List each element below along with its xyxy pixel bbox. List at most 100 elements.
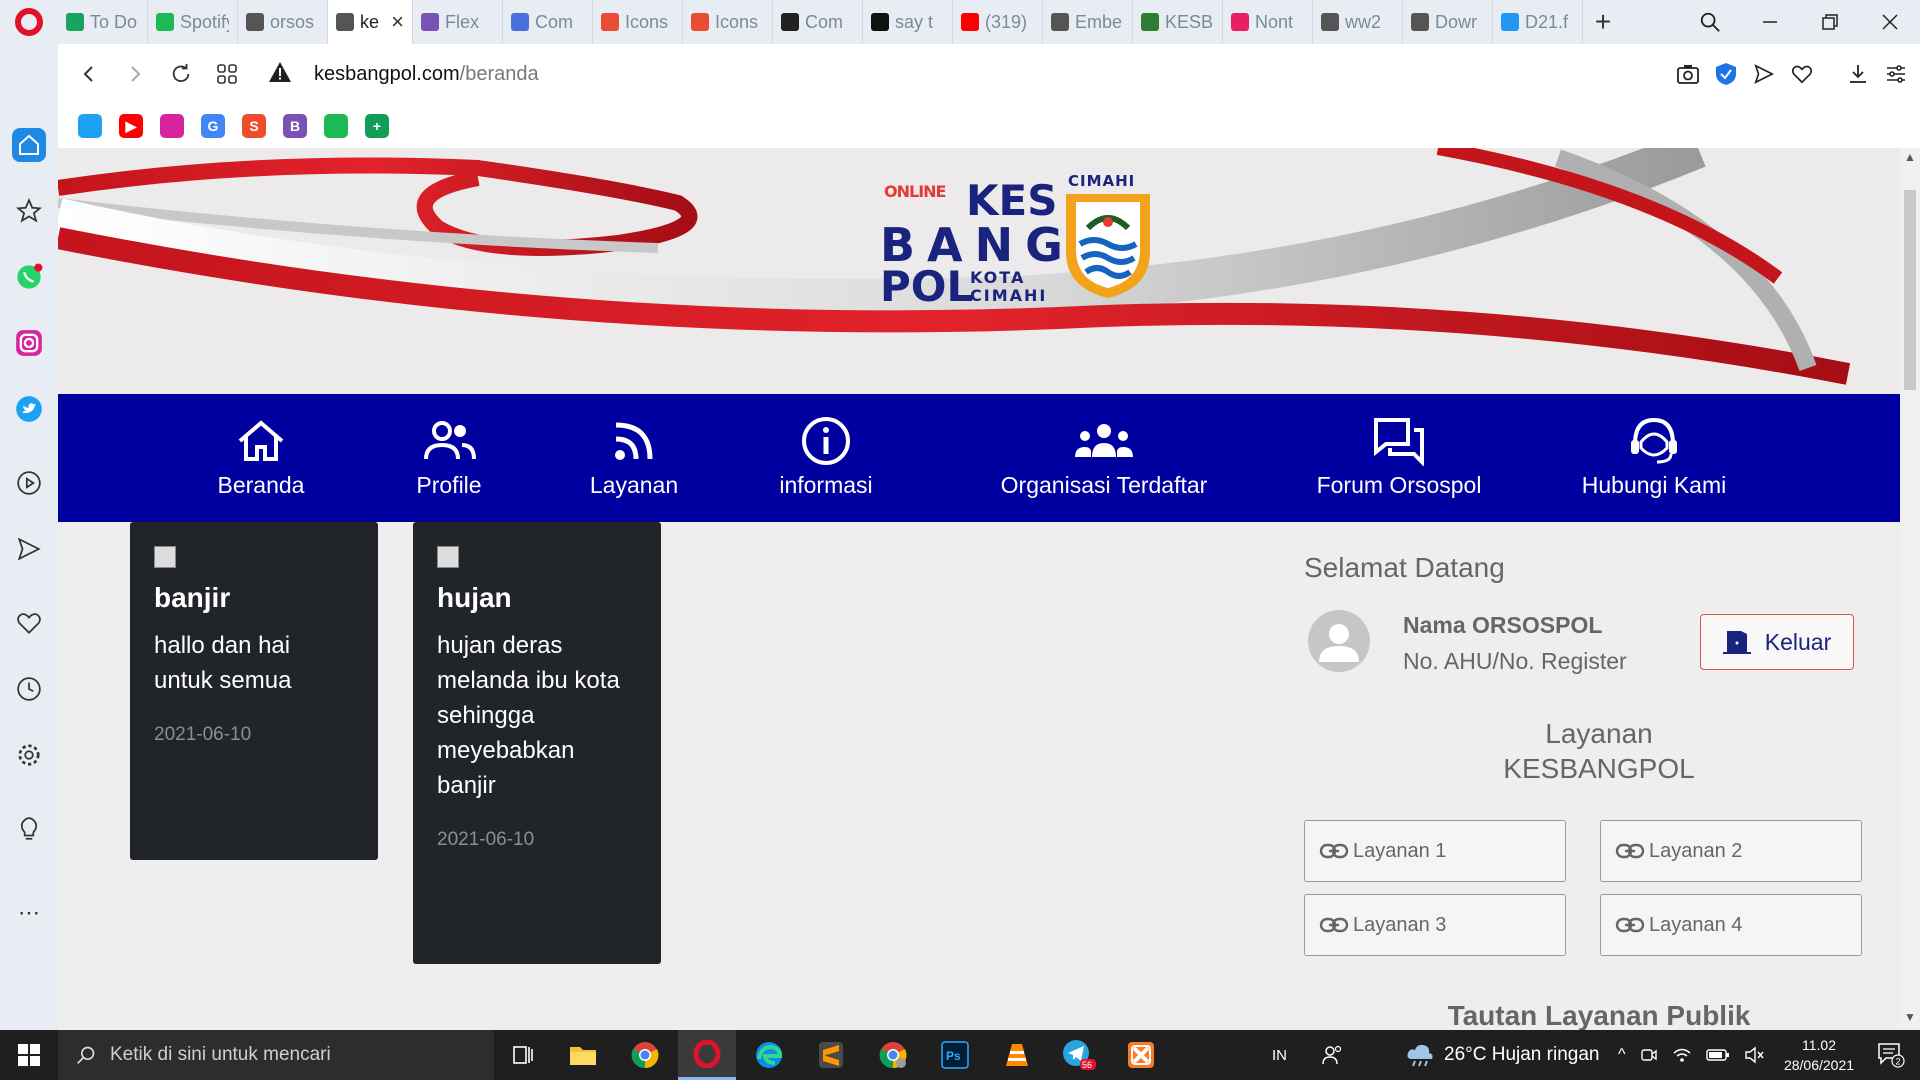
snapshot-button[interactable] xyxy=(1674,60,1702,88)
nav-organisasi-terdaftar[interactable]: Organisasi Terdaftar xyxy=(984,416,1224,499)
browser-tab[interactable]: orsos xyxy=(238,0,328,44)
taskbar-photoshop[interactable]: Ps xyxy=(926,1030,984,1080)
nav-beranda[interactable]: Beranda xyxy=(192,416,330,499)
sidebar-speed-dial[interactable] xyxy=(12,194,46,228)
news-card[interactable]: hujan hujan deras melanda ibu kota sehin… xyxy=(413,522,661,964)
close-window-button[interactable] xyxy=(1860,0,1920,44)
layanan-1-button[interactable]: Layanan 1 xyxy=(1304,820,1566,882)
taskbar-chrome-2[interactable] xyxy=(864,1030,922,1080)
chevron-up-icon[interactable]: ^ xyxy=(1618,1046,1626,1064)
nav-profile[interactable]: Profile xyxy=(384,416,514,499)
emblem-icon xyxy=(1141,13,1159,31)
logout-button[interactable]: Keluar xyxy=(1700,614,1854,670)
browser-tab[interactable]: Embe xyxy=(1043,0,1133,44)
sidebar-whatsapp[interactable] xyxy=(12,260,46,294)
taskbar-xampp[interactable] xyxy=(1112,1030,1170,1080)
meet-now-icon[interactable] xyxy=(1640,1046,1658,1064)
close-tab-icon[interactable]: × xyxy=(391,9,404,35)
sidebar-flow[interactable] xyxy=(12,532,46,566)
people-tray-button[interactable] xyxy=(1322,1030,1342,1080)
taskbar-file-explorer[interactable] xyxy=(554,1030,612,1080)
instagram-bookmark[interactable] xyxy=(160,114,184,138)
notification-center-button[interactable]: 2 xyxy=(1870,1030,1912,1080)
volume-muted-icon[interactable] xyxy=(1744,1046,1764,1064)
back-button[interactable] xyxy=(66,51,112,97)
sidebar-settings[interactable] xyxy=(12,738,46,772)
sidebar-twitter[interactable] xyxy=(12,392,46,426)
forward-button[interactable] xyxy=(112,51,158,97)
sidebar-tips[interactable] xyxy=(12,812,46,846)
url-field[interactable]: kesbangpol.com/beranda xyxy=(314,63,539,86)
scroll-thumb[interactable] xyxy=(1904,190,1916,390)
tabs-overview-button[interactable] xyxy=(204,51,250,97)
browser-tab[interactable]: Flex xyxy=(413,0,503,44)
spotify-bookmark[interactable] xyxy=(324,114,348,138)
youtube-bookmark[interactable]: ▶ xyxy=(119,114,143,138)
sidebar-instagram[interactable] xyxy=(12,326,46,360)
news-card[interactable]: banjir hallo dan hai untuk semua 2021-06… xyxy=(130,522,378,860)
warning-icon[interactable] xyxy=(268,61,292,88)
browser-tab[interactable]: Com xyxy=(503,0,593,44)
nav-forum-orsospol[interactable]: Forum Orsospol xyxy=(1296,416,1502,499)
browser-tab[interactable]: KESB xyxy=(1133,0,1223,44)
sidebar-more-button[interactable]: ⋯ xyxy=(12,896,46,930)
browser-tab[interactable]: ww2 xyxy=(1313,0,1403,44)
sidebar-player[interactable] xyxy=(12,466,46,500)
taskbar-edge[interactable] xyxy=(740,1030,798,1080)
tab-search-button[interactable] xyxy=(1680,0,1740,44)
clock[interactable]: 11.02 28/06/2021 xyxy=(1776,1030,1862,1080)
browser-tab[interactable]: Dowr xyxy=(1403,0,1493,44)
new-tab-button[interactable]: + xyxy=(1583,6,1623,38)
weather-widget[interactable]: 26°C Hujan ringan xyxy=(1406,1030,1599,1080)
wifi-icon[interactable] xyxy=(1672,1046,1692,1064)
twitter-bookmark[interactable] xyxy=(78,114,102,138)
nav-informasi[interactable]: informasi xyxy=(766,416,886,499)
browser-tab[interactable]: To Do xyxy=(58,0,148,44)
browser-tab[interactable]: Nont xyxy=(1223,0,1313,44)
nav-hubungi-kami[interactable]: Hubungi Kami xyxy=(1568,416,1740,499)
tab-label: (319) xyxy=(985,11,1028,32)
taskbar-telegram[interactable]: 56 xyxy=(1050,1030,1108,1080)
browser-tab[interactable]: D21.f xyxy=(1493,0,1583,44)
layanan-2-button[interactable]: Layanan 2 xyxy=(1600,820,1862,882)
taskbar-vlc[interactable] xyxy=(988,1030,1046,1080)
page-scrollbar[interactable]: ▲ ▼ xyxy=(1900,148,1920,1030)
bootstrap-bookmark[interactable]: B xyxy=(283,114,307,138)
google-translate-bookmark[interactable]: G xyxy=(201,114,225,138)
input-language[interactable]: IN xyxy=(1272,1030,1287,1080)
browser-tab[interactable]: (319) xyxy=(953,0,1043,44)
scroll-down-arrow-icon[interactable]: ▼ xyxy=(1900,1010,1920,1030)
bookmark-heart-button[interactable] xyxy=(1788,60,1816,88)
browser-tab[interactable]: say t xyxy=(863,0,953,44)
support-agent-icon xyxy=(1631,417,1677,464)
sheets-bookmark[interactable]: + xyxy=(365,114,389,138)
nav-layanan[interactable]: Layanan xyxy=(574,416,694,499)
layanan-4-button[interactable]: Layanan 4 xyxy=(1600,894,1862,956)
vpn-shield-button[interactable] xyxy=(1712,60,1740,88)
taskbar-opera[interactable] xyxy=(678,1030,736,1080)
taskbar-sublime-text[interactable] xyxy=(802,1030,860,1080)
browser-tab[interactable]: Icons xyxy=(593,0,683,44)
sidebar-history[interactable] xyxy=(12,672,46,706)
reload-button[interactable] xyxy=(158,51,204,97)
shopee-bookmark[interactable]: S xyxy=(242,114,266,138)
downloads-button[interactable] xyxy=(1844,60,1872,88)
restore-button[interactable] xyxy=(1800,0,1860,44)
layanan-3-button[interactable]: Layanan 3 xyxy=(1304,894,1566,956)
battery-icon[interactable] xyxy=(1705,1048,1730,1062)
task-view-button[interactable] xyxy=(494,1030,552,1080)
taskbar-chrome[interactable] xyxy=(616,1030,674,1080)
opera-menu-button[interactable] xyxy=(0,0,58,44)
browser-tab[interactable]: ke × xyxy=(328,0,413,44)
browser-tab[interactable]: Spotify xyxy=(148,0,238,44)
browser-tab[interactable]: Com xyxy=(773,0,863,44)
send-to-flow-button[interactable] xyxy=(1750,60,1778,88)
scroll-up-arrow-icon[interactable]: ▲ xyxy=(1900,150,1920,170)
easy-setup-button[interactable] xyxy=(1882,60,1910,88)
sidebar-bookmarks[interactable] xyxy=(12,606,46,640)
minimize-button[interactable] xyxy=(1740,0,1800,44)
sidebar-home[interactable] xyxy=(12,128,46,162)
taskbar-search-box[interactable]: Ketik di sini untuk mencari xyxy=(58,1030,494,1080)
start-button[interactable] xyxy=(0,1030,58,1080)
browser-tab[interactable]: Icons xyxy=(683,0,773,44)
